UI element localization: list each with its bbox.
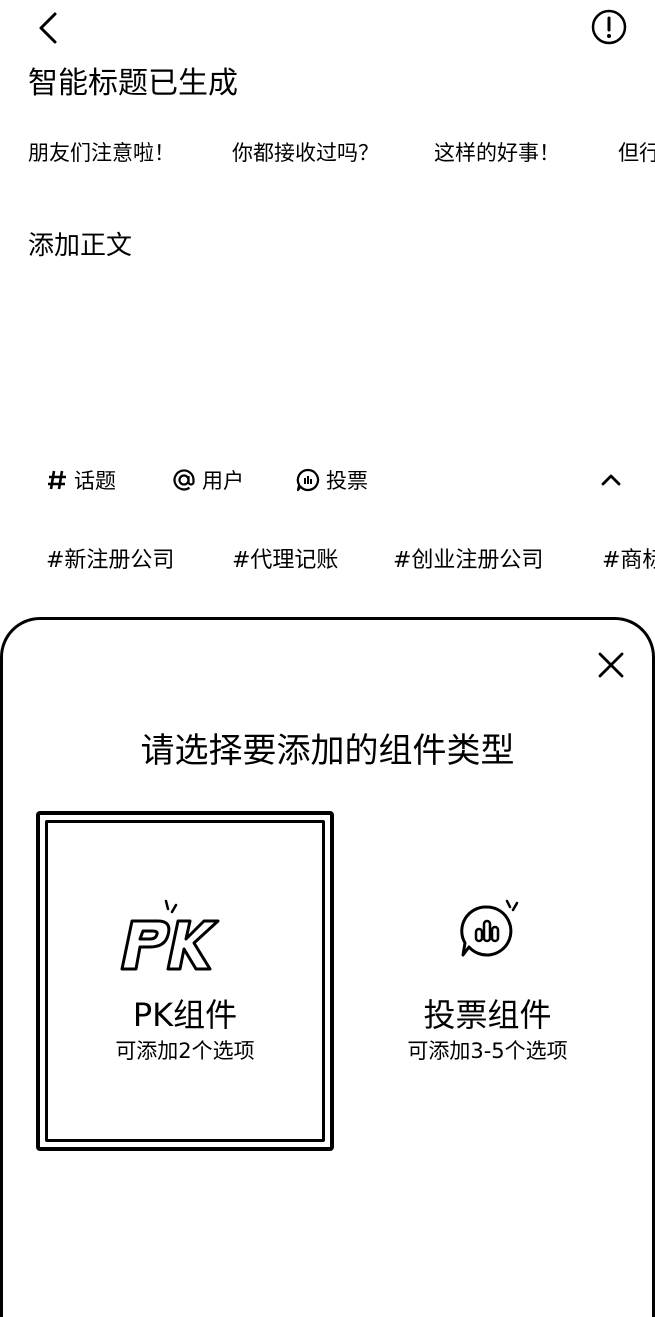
title-suggestion[interactable]: 你都接收过吗？ <box>232 138 379 168</box>
pk-icon <box>120 899 220 971</box>
hashtag-suggestions: #新注册公司 #代理记账 #创业注册公司 #商标 <box>0 544 655 578</box>
close-button[interactable] <box>594 648 628 682</box>
title-suggestion[interactable]: 但行 <box>618 138 655 168</box>
pk-component-card[interactable]: PK组件 可添加2个选项 <box>36 811 334 1151</box>
hashtag-item[interactable]: #代理记账 <box>232 544 338 578</box>
vote-button[interactable]: 投票 <box>296 460 368 500</box>
card-title: 投票组件 <box>423 996 552 1034</box>
card-subtitle: 可添加2个选项 <box>115 1039 255 1063</box>
body-input[interactable]: 添加正文 <box>28 228 132 264</box>
close-icon <box>598 652 624 678</box>
user-label: 用户 <box>202 469 244 493</box>
user-button[interactable]: 用户 <box>172 460 244 500</box>
vote-label: 投票 <box>326 469 368 493</box>
title-suggestions: 朋友们注意啦！ 你都接收过吗？ 这样的好事！ 但行 <box>28 138 655 168</box>
vote-icon <box>296 468 320 492</box>
exclamation-circle-icon <box>591 9 627 45</box>
topic-label: 话题 <box>74 469 116 493</box>
hashtag-item[interactable]: #创业注册公司 <box>393 544 543 578</box>
hash-icon <box>48 470 66 490</box>
topic-button[interactable]: 话题 <box>46 460 116 500</box>
sheet-title: 请选择要添加的组件类型 <box>140 731 515 771</box>
smart-title-banner: 智能标题已生成 <box>28 66 238 98</box>
card-subtitle: 可添加3-5个选项 <box>407 1039 568 1063</box>
back-button[interactable] <box>28 8 68 48</box>
selection-outline <box>45 820 325 1142</box>
info-button[interactable] <box>591 9 627 45</box>
collapse-button[interactable] <box>596 466 626 494</box>
title-suggestion[interactable]: 朋友们注意啦！ <box>28 138 175 168</box>
chevron-left-icon <box>39 12 57 44</box>
card-title: PK组件 <box>132 996 238 1034</box>
chevron-up-icon <box>601 474 621 486</box>
hashtag-item[interactable]: #商标 <box>602 544 655 578</box>
editor-toolbar: 话题 用户 投票 <box>0 460 655 500</box>
vote-bubble-icon <box>460 899 519 957</box>
hashtag-item[interactable]: #新注册公司 <box>46 544 174 578</box>
at-icon <box>173 469 195 491</box>
vote-component-card[interactable]: 投票组件 可添加3-5个选项 <box>345 811 630 1151</box>
title-suggestion[interactable]: 这样的好事！ <box>434 138 560 168</box>
